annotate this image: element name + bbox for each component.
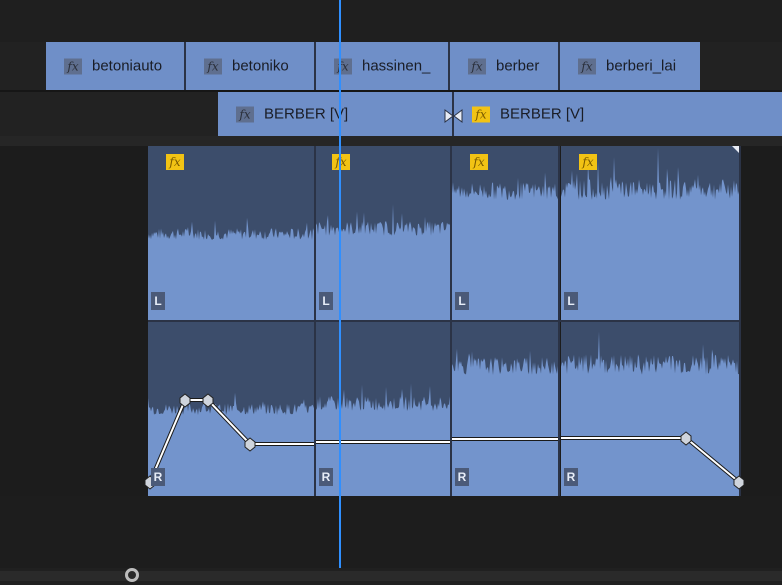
- timeline-scrollbar[interactable]: [0, 568, 782, 585]
- scrollbar-zoom-handle[interactable]: [125, 568, 139, 582]
- right-channel-label: R: [151, 468, 165, 486]
- scrollbar-track[interactable]: [0, 571, 782, 581]
- clip-divider: [739, 146, 741, 496]
- left-channel-label: L: [151, 292, 165, 310]
- audio-clip-4[interactable]: fx L R: [561, 146, 739, 496]
- audio-clip-3[interactable]: fx L R: [452, 146, 558, 496]
- audio-clip-2[interactable]: fx L R: [316, 146, 450, 496]
- left-channel-label: L: [319, 292, 333, 310]
- left-channel-label: L: [455, 292, 469, 310]
- fx-badge-icon[interactable]: fx: [166, 154, 184, 170]
- fx-badge-icon[interactable]: fx: [332, 154, 350, 170]
- right-channel-label: R: [455, 468, 469, 486]
- playhead[interactable]: [339, 0, 341, 568]
- right-channel-label: R: [319, 468, 333, 486]
- fx-badge-icon[interactable]: fx: [579, 154, 597, 170]
- right-channel-label: R: [564, 468, 578, 486]
- audio-clip-1[interactable]: fx L R: [148, 146, 314, 496]
- audio-track-2: [0, 496, 782, 568]
- left-channel-label: L: [564, 292, 578, 310]
- fx-badge-icon[interactable]: fx: [470, 154, 488, 170]
